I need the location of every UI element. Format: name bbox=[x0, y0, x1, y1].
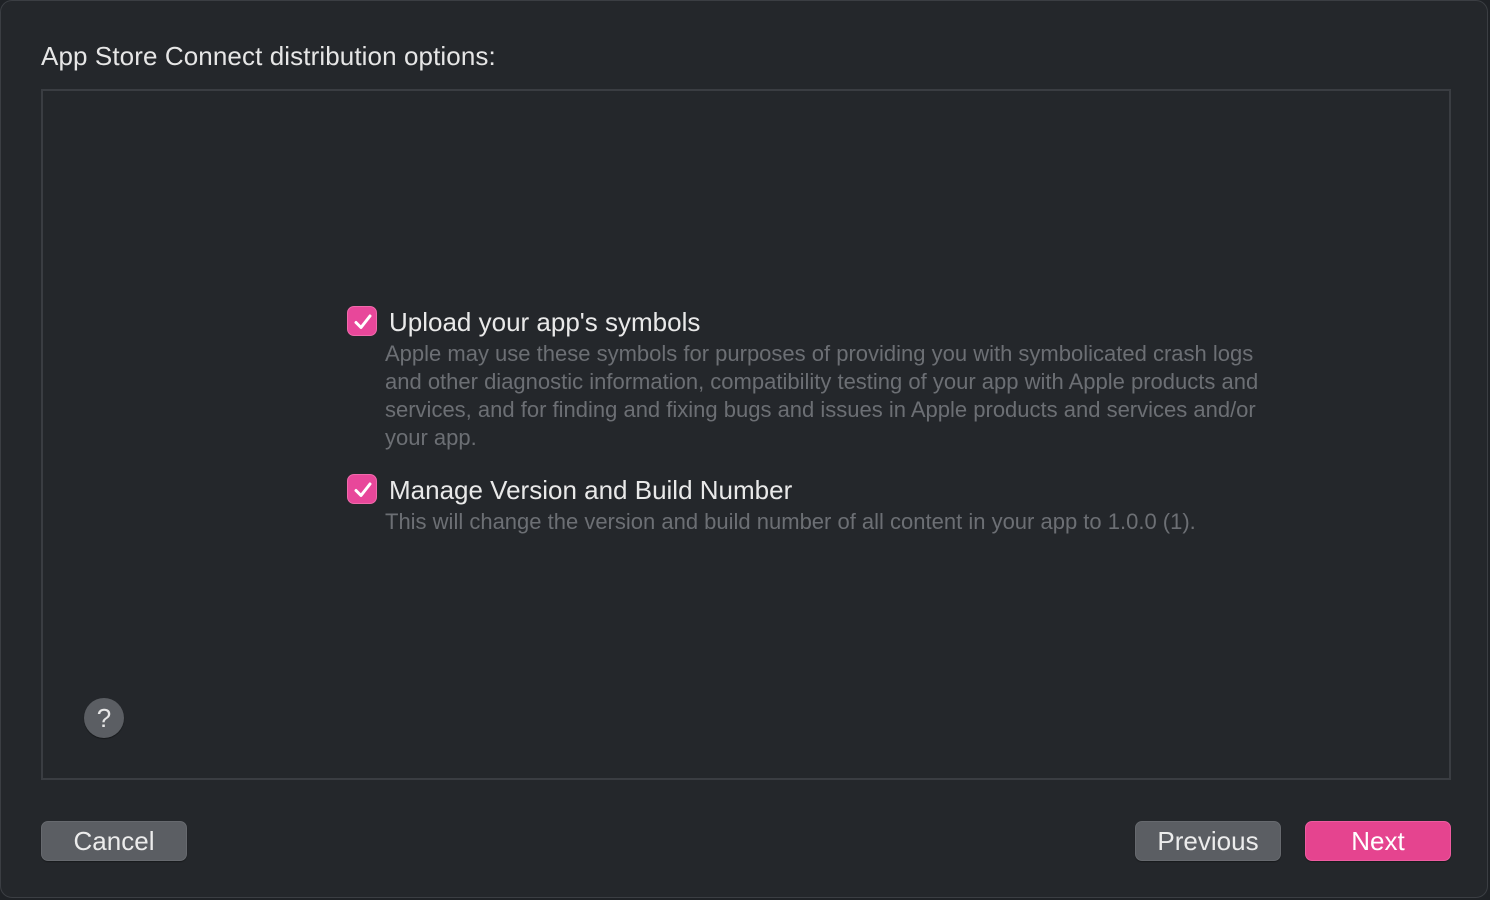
cancel-button[interactable]: Cancel bbox=[41, 821, 187, 861]
manage-version-label[interactable]: Manage Version and Build Number bbox=[389, 474, 792, 506]
distribution-options-dialog: App Store Connect distribution options: … bbox=[0, 0, 1488, 898]
dialog-title: App Store Connect distribution options: bbox=[41, 41, 496, 71]
next-button[interactable]: Next bbox=[1305, 821, 1451, 861]
question-mark-icon[interactable]: ? bbox=[84, 698, 124, 738]
checkmark-icon bbox=[354, 314, 372, 329]
manage-version-description: This will change the version and build n… bbox=[385, 509, 1196, 534]
manage-version-checkbox[interactable] bbox=[347, 474, 377, 504]
upload-symbols-description: Apple may use these symbols for purposes… bbox=[385, 341, 1259, 450]
previous-button[interactable]: Previous bbox=[1135, 821, 1281, 861]
upload-symbols-label[interactable]: Upload your app's symbols bbox=[389, 306, 700, 338]
upload-symbols-checkbox[interactable] bbox=[347, 306, 377, 336]
checkmark-icon bbox=[354, 482, 372, 497]
